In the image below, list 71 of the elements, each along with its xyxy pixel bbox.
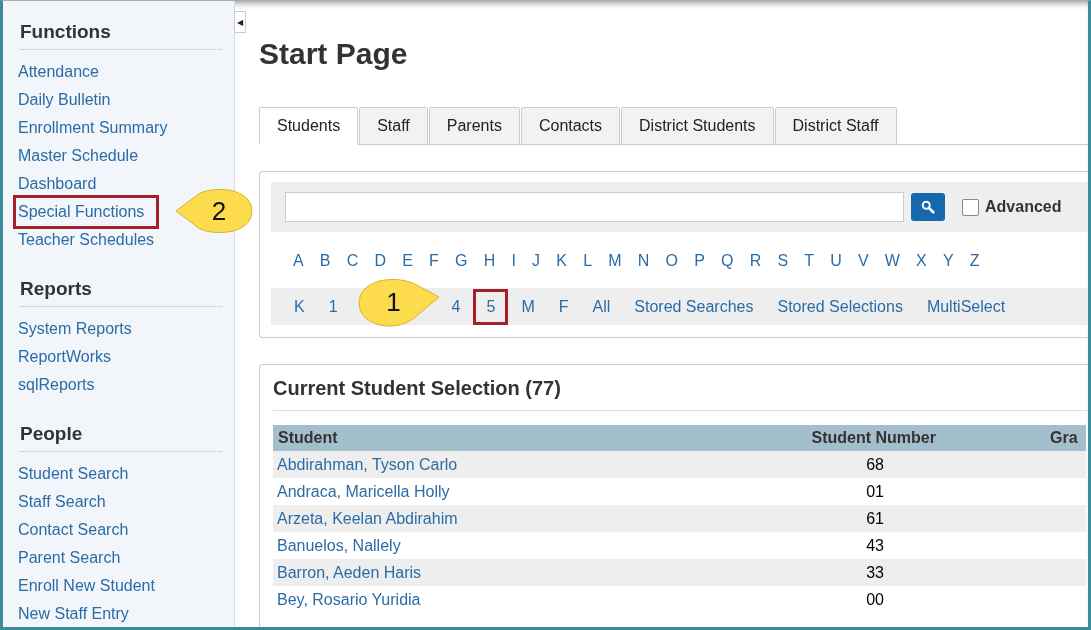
quick-link[interactable]: 5	[473, 288, 509, 325]
sidebar-heading: Reports	[20, 278, 222, 307]
collapse-button[interactable]: ◀	[234, 11, 246, 33]
sidebar-heading: Functions	[20, 21, 222, 50]
letter-link[interactable]: O	[665, 252, 678, 270]
table-cell: 01	[866, 482, 884, 500]
quick-link[interactable]: K	[283, 288, 316, 325]
advanced-checkbox[interactable]	[962, 198, 979, 216]
page-title: Start Page	[259, 37, 409, 71]
panel-title: Current Student Selection (77)	[273, 377, 1088, 411]
column-header: Student	[273, 425, 667, 451]
search-field[interactable]	[285, 192, 904, 222]
quick-link[interactable]: F	[547, 288, 580, 325]
table-cell: 00	[866, 590, 884, 608]
search-button[interactable]	[911, 193, 945, 221]
letter-link[interactable]: A	[293, 252, 304, 270]
tab[interactable]: Parents	[428, 107, 520, 145]
column-header: Gra	[936, 425, 1086, 451]
callout-number: 1	[386, 287, 401, 318]
quick-link[interactable]: M	[510, 288, 546, 325]
letter-link[interactable]: L	[583, 252, 593, 270]
letter-link[interactable]: Y	[942, 252, 954, 270]
table-cell: 43	[866, 536, 884, 554]
letter-link[interactable]: M	[608, 252, 622, 270]
letter-link[interactable]: J	[532, 252, 541, 270]
student-link[interactable]: Arzeta, Keelan Abdirahim	[277, 509, 458, 527]
letter-link[interactable]: P	[694, 252, 705, 270]
letter-link[interactable]: Q	[721, 252, 734, 270]
letter-link[interactable]: T	[804, 252, 814, 270]
tab[interactable]: District Staff	[774, 107, 897, 145]
checkbox-label: Advanced	[985, 198, 1062, 216]
letter-link[interactable]: V	[857, 252, 869, 270]
tab[interactable]: Staff	[359, 107, 428, 145]
letter-link[interactable]: S	[777, 252, 789, 270]
search-icon	[921, 200, 935, 214]
letter-link[interactable]: H	[483, 252, 496, 270]
letter-link[interactable]: X	[916, 252, 927, 270]
letter-link[interactable]: K	[556, 252, 567, 270]
column-header: Student Number	[666, 425, 936, 451]
letter-link[interactable]: N	[637, 252, 650, 270]
letter-link[interactable]: U	[830, 252, 842, 270]
tab[interactable]: Contacts	[520, 107, 621, 145]
quick-link[interactable]: 1	[317, 288, 349, 325]
letter-link[interactable]: W	[884, 252, 900, 270]
table-cell: 68	[866, 455, 884, 473]
letter-link[interactable]: E	[402, 252, 413, 270]
letter-link[interactable]: F	[429, 252, 439, 270]
table-cell: 61	[866, 509, 884, 527]
tab[interactable]: District Students	[621, 107, 774, 145]
student-link[interactable]: Barron, Aeden Haris	[277, 563, 422, 581]
quick-link[interactable]: Stored Searches	[623, 288, 765, 325]
quick-link[interactable]: MultiSelect	[915, 288, 1017, 325]
sidebar-link[interactable]: Special Functions	[13, 195, 160, 229]
quick-link[interactable]: Stored Selections	[766, 288, 914, 325]
letter-link[interactable]: R	[749, 252, 762, 270]
quick-link[interactable]: 4	[440, 288, 472, 325]
student-link[interactable]: Andraca, Maricella Holly	[277, 482, 450, 500]
tab[interactable]: Students	[259, 107, 359, 145]
letter-link[interactable]: Z	[969, 252, 980, 270]
letter-link[interactable]: D	[374, 252, 387, 270]
student-link[interactable]: Bey, Rosario Yuridia	[277, 590, 421, 608]
quick-link[interactable]: All	[581, 288, 622, 325]
student-link[interactable]: Abdirahman, Tyson Carlo	[277, 455, 458, 473]
sidebar-heading: People	[20, 423, 222, 452]
table-cell: 33	[866, 563, 884, 581]
letter-link[interactable]: C	[346, 252, 359, 270]
letter-link[interactable]: B	[319, 252, 331, 270]
callout-number: 2	[211, 195, 227, 227]
letter-link[interactable]: G	[455, 252, 468, 270]
letter-link[interactable]: I	[511, 252, 516, 270]
student-link[interactable]: Banuelos, Nallely	[277, 536, 401, 554]
